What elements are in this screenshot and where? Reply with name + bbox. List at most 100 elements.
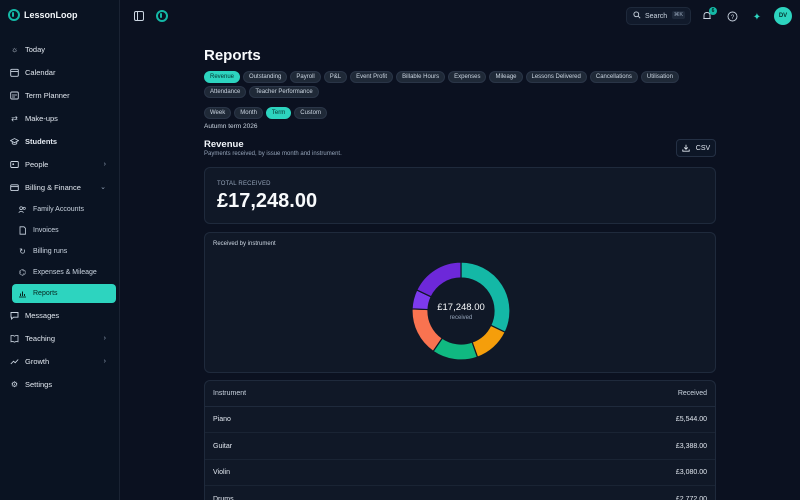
gear-icon: ⚙: [10, 379, 19, 389]
section-subtitle: Payments received, by issue month and in…: [204, 151, 342, 157]
table-row[interactable]: Violin £3,080.00: [205, 460, 715, 486]
notifications-button[interactable]: 6: [701, 7, 717, 22]
users-icon: [18, 205, 27, 214]
csv-label: CSV: [695, 144, 711, 152]
report-tab[interactable]: Teacher Performance: [249, 86, 319, 98]
report-tab[interactable]: Mileage: [489, 71, 523, 83]
report-tabs: Revenue Outstanding Payroll P&L Event Profit…: [204, 71, 704, 98]
sidebar-item-label: Invoices: [33, 226, 59, 234]
sidebar-item-students[interactable]: Students: [8, 132, 114, 150]
svg-text:?: ?: [730, 14, 734, 20]
report-tab[interactable]: Lessons Delivered: [525, 71, 587, 83]
topbar: Search ⌘K 6 ? ✦ DV: [120, 0, 800, 34]
table-row[interactable]: Drums £2,772.00: [205, 487, 715, 500]
help-icon: ?: [727, 11, 737, 21]
total-received-card: TOTAL RECEIVED £17,248.00: [204, 167, 716, 224]
help-button[interactable]: ?: [726, 10, 738, 22]
column-instrument: Instrument: [213, 390, 247, 397]
sidebar-item-today[interactable]: ☼ Today: [8, 40, 114, 58]
file-icon: [18, 225, 27, 235]
brand[interactable]: LessonLoop: [8, 9, 78, 21]
instrument-table: Instrument Received Piano £5,544.00 Guitar…: [204, 380, 716, 500]
sidebar-item-teaching[interactable]: Teaching ›: [8, 329, 114, 347]
report-tab[interactable]: Outstanding: [243, 71, 288, 83]
sidebar-item-people[interactable]: People ›: [8, 155, 114, 173]
id-card-icon: [10, 160, 19, 169]
logo-icon: [156, 10, 168, 22]
report-tab[interactable]: P&L: [323, 71, 348, 83]
search-button[interactable]: Search ⌘K: [626, 7, 691, 25]
sidebar-item-family-accounts[interactable]: Family Accounts: [16, 200, 114, 218]
period-option[interactable]: Custom: [294, 107, 327, 119]
sidebar-item-make-ups[interactable]: ⇄ Make-ups: [8, 109, 114, 127]
received-cell: £3,080.00: [675, 469, 707, 476]
workspace-button[interactable]: [156, 10, 168, 22]
chevron-right-icon: ›: [103, 160, 106, 168]
notification-badge: 6: [709, 7, 717, 15]
sidebar-item-label: Teaching: [25, 333, 56, 343]
sidebar-toggle-button[interactable]: [133, 10, 145, 22]
report-tab[interactable]: Expenses: [448, 71, 487, 83]
report-tab[interactable]: Payroll: [290, 71, 321, 83]
sidebar-item-settings[interactable]: ⚙ Settings: [8, 375, 114, 393]
report-tab[interactable]: Utilisation: [640, 71, 679, 83]
message-icon: [10, 311, 19, 320]
report-tab[interactable]: Cancellations: [589, 71, 638, 83]
bar-chart-icon: [18, 289, 27, 298]
instrument-cell: Guitar: [213, 442, 233, 450]
period-option[interactable]: Month: [234, 107, 263, 119]
graduation-cap-icon: [10, 137, 19, 146]
page-title: Reports: [204, 47, 261, 64]
sidebar-item-billing-finance[interactable]: Billing & Finance ⌄: [8, 178, 114, 196]
planner-icon: [10, 91, 19, 100]
app-name: LessonLoop: [24, 10, 78, 20]
period-option[interactable]: Week: [204, 107, 232, 119]
sidebar-item-label: Today: [25, 44, 46, 54]
chevron-down-icon: ⌄: [100, 184, 106, 191]
instrument-cell: Drums: [213, 495, 234, 500]
sidebar-item-messages[interactable]: Messages: [8, 306, 114, 324]
table-row[interactable]: Piano £5,544.00: [205, 407, 715, 433]
sidebar-item-label: Settings: [25, 379, 53, 389]
repeat-icon: ⇄: [11, 113, 18, 123]
report-tab[interactable]: Attendance: [204, 86, 247, 98]
sparkle-icon: ✦: [752, 11, 762, 23]
sidebar-item-growth[interactable]: Growth ›: [8, 352, 114, 370]
book-icon: [10, 334, 19, 343]
sidebar-item-billing-runs[interactable]: ↻ Billing runs: [16, 242, 114, 260]
table-row[interactable]: Guitar £3,388.00: [205, 434, 715, 460]
chevron-right-icon: ›: [103, 357, 106, 365]
donut-center-label: received: [449, 314, 473, 321]
sidebar-item-label: Billing & Finance: [25, 182, 81, 192]
instrument-cell: Violin: [213, 469, 230, 476]
total-value: £17,248.00: [217, 190, 318, 212]
instrument-cell: Piano: [213, 416, 231, 423]
period-option[interactable]: Term: [265, 107, 292, 119]
csv-export-button[interactable]: CSV: [676, 139, 716, 157]
period-note: Autumn term 2026: [204, 123, 258, 130]
report-tab[interactable]: Revenue: [204, 71, 241, 83]
report-tab[interactable]: Billable Hours: [396, 71, 446, 83]
table-header: Instrument Received: [205, 381, 715, 407]
sun-icon: ☼: [10, 44, 19, 54]
donut-card: Received by instrument £17,248.00 receiv…: [204, 232, 716, 373]
sidebar-item-invoices[interactable]: Invoices: [16, 221, 114, 239]
download-icon: [682, 144, 690, 152]
chevron-right-icon: ›: [103, 334, 106, 342]
sidebar-item-reports[interactable]: Reports: [12, 284, 116, 303]
sidebar: LessonLoop ☼ Today Calendar Term Planner…: [0, 0, 120, 500]
section-title: Revenue: [204, 139, 244, 150]
sidebar-item-calendar[interactable]: Calendar: [8, 63, 114, 81]
sidebar-item-label: People: [25, 159, 49, 169]
receipt-icon: ⌬: [19, 267, 26, 277]
sidebar-item-term-planner[interactable]: Term Planner: [8, 86, 114, 104]
donut-center: £17,248.00 received: [411, 261, 511, 361]
sidebar-item-label: Students: [25, 136, 58, 146]
received-cell: £5,544.00: [675, 416, 707, 423]
search-label: Search: [645, 12, 668, 20]
sidebar-item-expenses-mileage[interactable]: ⌬ Expenses & Mileage: [16, 263, 114, 281]
sidebar-item-label: Messages: [25, 310, 60, 320]
report-tab[interactable]: Event Profit: [350, 71, 394, 83]
ai-assistant-button[interactable]: ✦: [748, 8, 766, 26]
avatar[interactable]: DV: [774, 7, 792, 25]
